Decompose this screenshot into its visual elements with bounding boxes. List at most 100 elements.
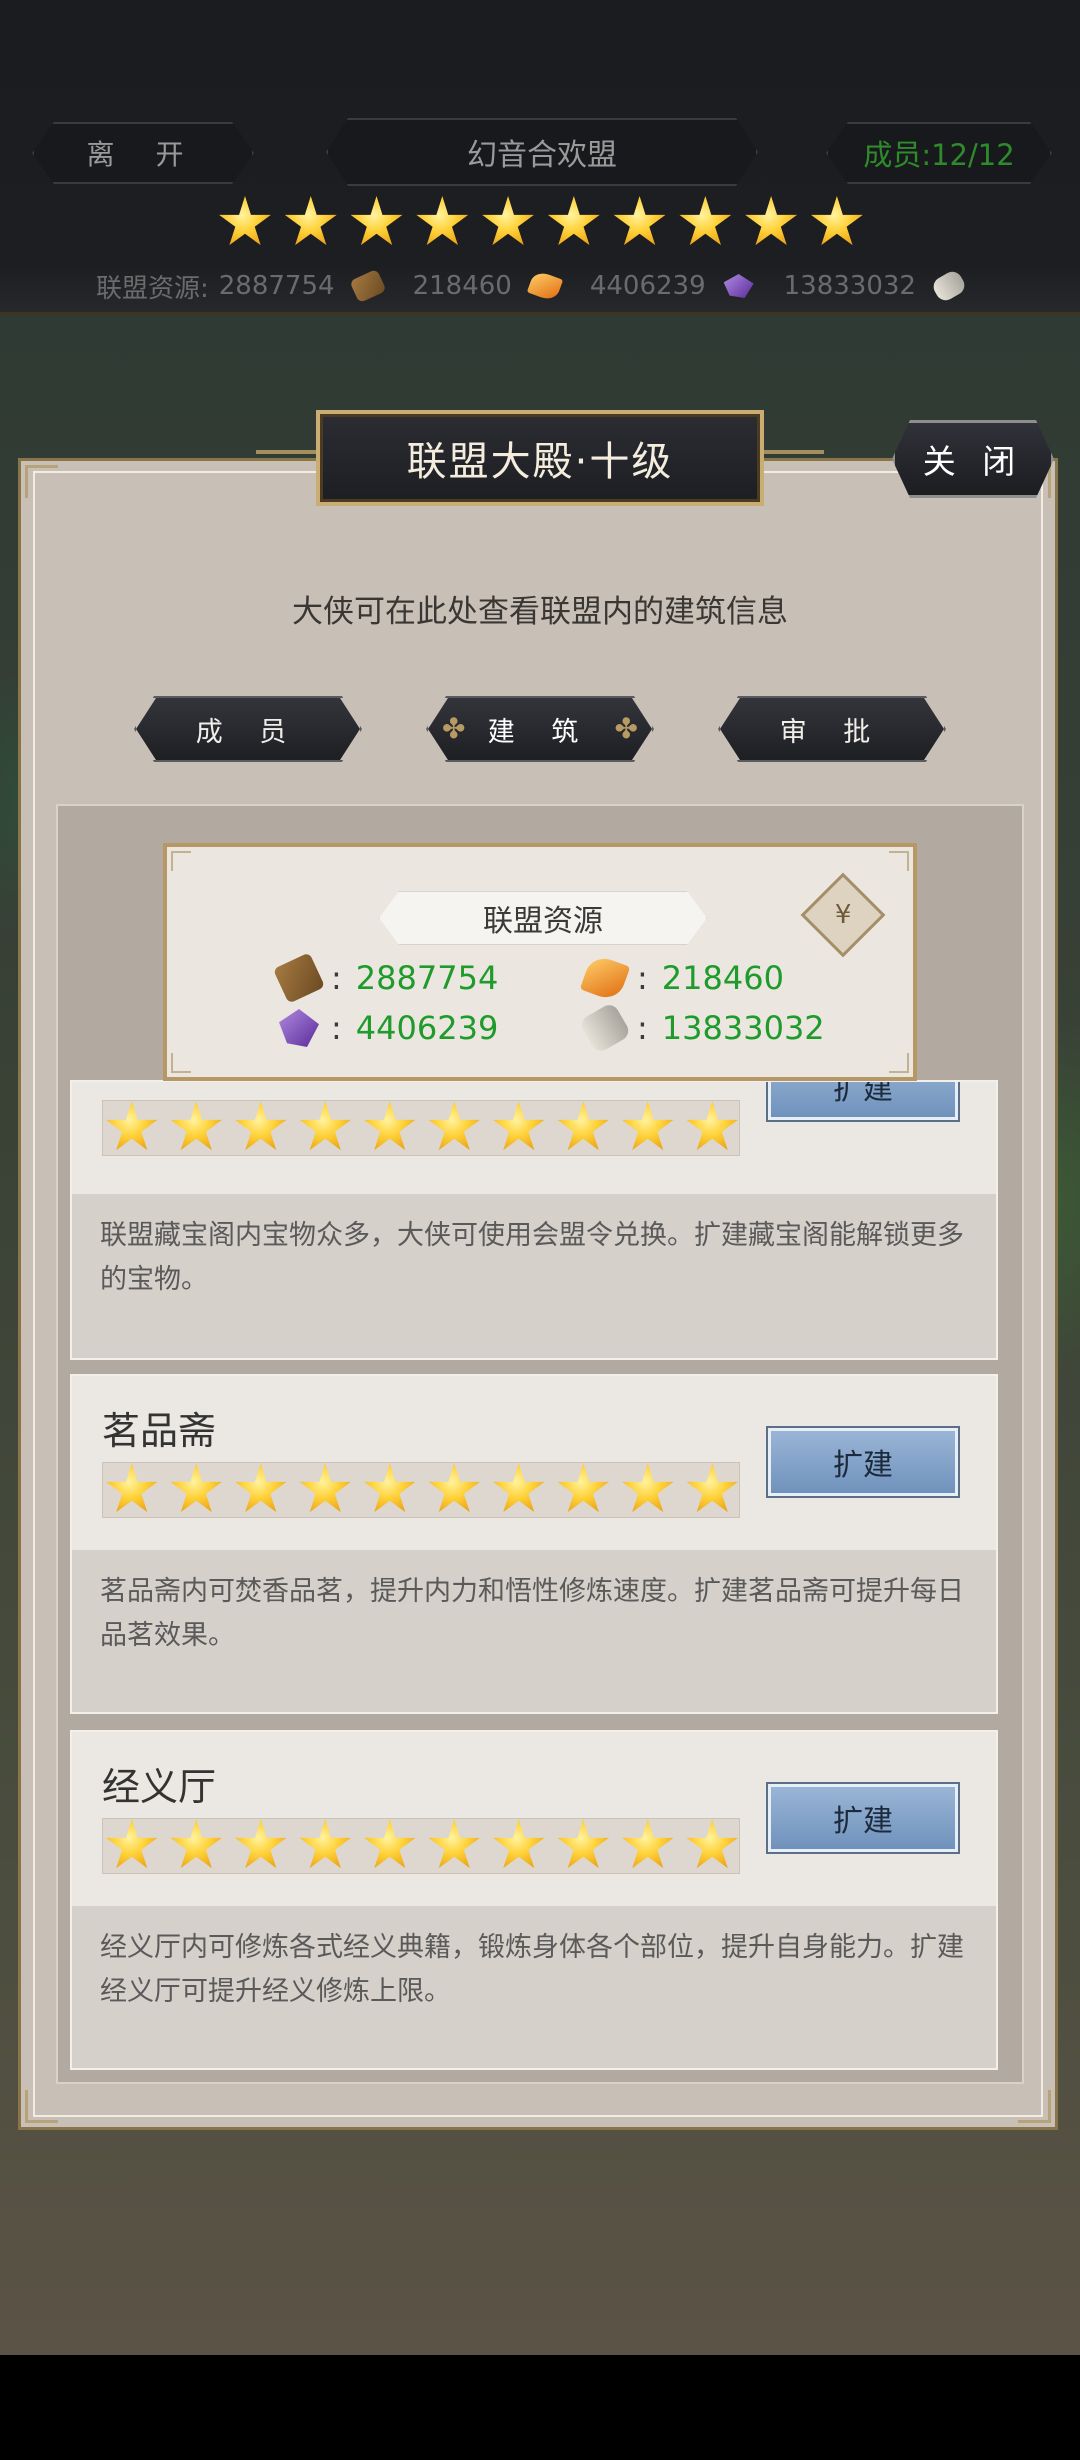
building-card: 经义厅 扩建 经义厅内可修炼各式经义典籍，锻炼身体各个部位，提升自身能力。扩建经… (70, 1730, 998, 2070)
crystal-icon (279, 1009, 319, 1047)
star-icon (299, 1101, 351, 1151)
corner-ornament (171, 1053, 191, 1073)
corner-ornament (889, 851, 909, 871)
building-name: 经义厅 (102, 1765, 217, 1809)
title-ornament (256, 450, 316, 454)
close-button[interactable]: 关 闭 (892, 420, 1054, 498)
wood-icon (348, 268, 387, 304)
alliance-name: 幻音合欢盟 (326, 118, 758, 186)
building-star-rating (102, 1100, 740, 1156)
star-icon (299, 1463, 351, 1513)
cloud-ornament-icon: ✤ (614, 712, 638, 745)
building-card: 扩建 联盟藏宝阁内宝物众多，大侠可使用会盟令兑换。扩建藏宝阁能解锁更多的宝物。 (70, 1080, 998, 1360)
star-icon (547, 196, 600, 246)
star-icon (219, 196, 271, 246)
scroll-icon (578, 1001, 632, 1055)
corner-ornament (171, 851, 191, 871)
star-icon (622, 1463, 674, 1513)
building-star-rating (102, 1462, 740, 1518)
scroll-resource: : 13833032 (578, 1001, 825, 1055)
money-bag-icon[interactable]: ¥ (800, 872, 886, 958)
star-icon (364, 1101, 416, 1151)
tab-approval[interactable]: 审 批 (720, 698, 944, 760)
gem-amount: 218460 (412, 271, 512, 301)
star-icon (493, 1819, 545, 1869)
star-icon (622, 1101, 674, 1151)
star-icon (622, 1819, 674, 1869)
alliance-header: 离 开 幻音合欢盟 成员:12/12 联盟资源: 2887754 218460 … (0, 0, 1080, 315)
star-icon (428, 1463, 480, 1513)
crystal-value: 4406239 (355, 1009, 499, 1047)
gem-icon (579, 953, 631, 1003)
wood-icon (272, 952, 326, 1004)
alliance-star-rating (218, 196, 864, 256)
star-icon (106, 1101, 158, 1151)
tab-buildings[interactable]: ✤ 建 筑 ✤ (428, 698, 652, 760)
leave-button[interactable]: 离 开 (32, 122, 254, 184)
star-icon (428, 1101, 480, 1151)
star-icon (493, 1463, 545, 1513)
star-icon (482, 196, 534, 246)
scroll-amount: 13833032 (783, 271, 916, 301)
tab-buildings-label: 建 筑 (487, 716, 593, 748)
corner-ornament (25, 465, 58, 498)
building-card: 茗品斋 扩建 茗品斋内可焚香品茗，提升内力和悟性修炼速度。扩建茗品斋可提升每日品… (70, 1374, 998, 1714)
star-icon (686, 1463, 738, 1513)
gem-resource: : 218460 (579, 953, 784, 1003)
member-count[interactable]: 成员:12/12 (826, 122, 1052, 184)
star-icon (745, 196, 798, 246)
star-icon (235, 1819, 287, 1869)
tab-members[interactable]: 成 员 (136, 698, 360, 760)
crystal-amount: 4406239 (589, 271, 706, 301)
star-icon (364, 1463, 416, 1513)
star-icon (235, 1101, 287, 1151)
expand-button[interactable]: 扩建 (768, 1784, 958, 1852)
corner-ornament (25, 2090, 58, 2123)
expand-button[interactable]: 扩建 (768, 1082, 958, 1120)
crystal-resource: : 4406239 (279, 1009, 498, 1047)
header-resources: 联盟资源: 2887754 218460 4406239 13833032 (96, 266, 996, 306)
title-ornament (764, 450, 824, 454)
crystal-icon (723, 274, 754, 298)
wood-resource: : 2887754 (272, 952, 499, 1004)
star-icon (284, 196, 337, 246)
building-name: 茗品斋 (102, 1409, 217, 1453)
star-icon (613, 196, 666, 246)
scroll-value: 13833032 (661, 1009, 825, 1047)
star-icon (106, 1463, 158, 1513)
alliance-resources-popup: 联盟资源 ¥ : 2887754 : 218460 : 4406239 : 13… (163, 843, 917, 1081)
wood-amount: 2887754 (218, 271, 335, 301)
star-icon (686, 1101, 738, 1151)
star-icon (299, 1819, 351, 1869)
star-icon (170, 1463, 222, 1513)
building-star-rating (102, 1818, 740, 1874)
panel-subtitle: 大侠可在此处查看联盟内的建筑信息 (292, 594, 788, 630)
star-icon (170, 1101, 222, 1151)
star-icon (106, 1819, 158, 1869)
star-icon (810, 196, 863, 246)
star-icon (170, 1819, 222, 1869)
star-icon (557, 1463, 609, 1513)
star-icon (557, 1819, 609, 1869)
star-icon (679, 196, 732, 246)
star-icon (364, 1819, 416, 1869)
star-icon (350, 196, 403, 246)
star-icon (235, 1463, 287, 1513)
building-description: 联盟藏宝阁内宝物众多，大侠可使用会盟令兑换。扩建藏宝阁能解锁更多的宝物。 (72, 1194, 996, 1358)
resources-label: 联盟资源: (96, 273, 209, 304)
corner-ornament (889, 1053, 909, 1073)
scroll-icon (929, 268, 968, 304)
gem-icon (526, 269, 564, 303)
building-description: 茗品斋内可焚香品茗，提升内力和悟性修炼速度。扩建茗品斋可提升每日品茗效果。 (72, 1550, 996, 1712)
bottom-black-bar (0, 2355, 1080, 2460)
gem-value: 218460 (661, 959, 784, 997)
building-description: 经义厅内可修炼各式经义典籍，锻炼身体各个部位，提升自身能力。扩建经义厅可提升经义… (72, 1906, 996, 2068)
resources-title: 联盟资源 (379, 891, 707, 945)
star-icon (428, 1819, 480, 1869)
star-icon (416, 196, 469, 246)
star-icon (686, 1819, 738, 1869)
cloud-ornament-icon: ✤ (442, 712, 466, 745)
corner-ornament (1018, 2090, 1051, 2123)
expand-button[interactable]: 扩建 (768, 1428, 958, 1496)
wood-value: 2887754 (355, 959, 499, 997)
